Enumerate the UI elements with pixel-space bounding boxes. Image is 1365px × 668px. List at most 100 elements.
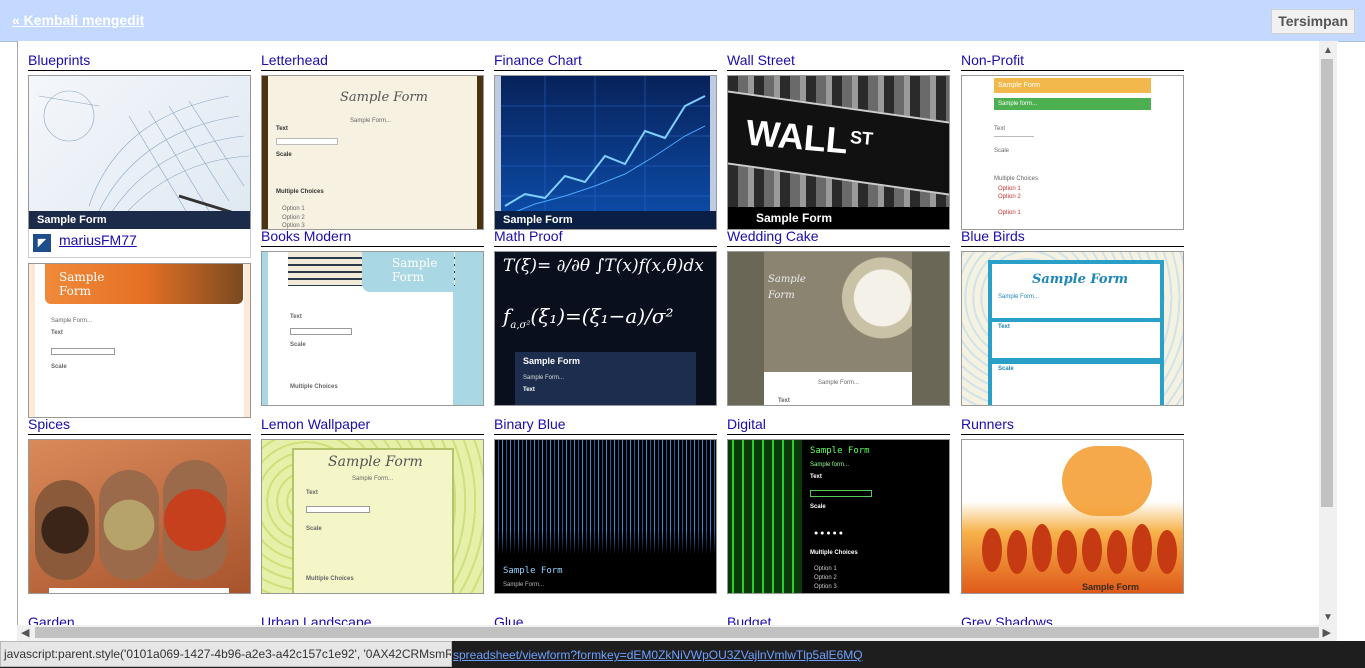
thumbnail-text: Text (51, 330, 63, 336)
thumbnail-text: Scale (306, 526, 322, 532)
theme-thumbnail[interactable]: T(ξ)= ∂/∂θ ∫T(x)f(x,θ)dx fa,σ²(ξ₁)=(ξ₁−a… (494, 251, 717, 406)
theme-title[interactable]: Runners (961, 415, 1184, 435)
theme-thumbnail[interactable]: Sample Form Sample form... Text Scale Mu… (961, 75, 1184, 230)
theme-title[interactable]: Blue Birds (961, 227, 1184, 247)
theme-thumbnail[interactable]: Sample Form Sample Form... Text (727, 251, 950, 406)
saved-button[interactable]: Tersimpan (1271, 9, 1355, 34)
theme-thumbnail[interactable]: Sample Form (494, 75, 717, 230)
theme-thumbnail[interactable]: Sample Form Sample Form... (494, 439, 717, 594)
theme-thumbnail[interactable]: Sample Form Sample Form... Text Scale Mu… (261, 75, 484, 230)
thumbnail-title: Sample Form (392, 256, 438, 284)
thumbnail-subtitle: Sample Form... (818, 380, 860, 386)
thumbnail-text: Option 1 (998, 210, 1021, 216)
thumbnail-subtitle: Sample form... (994, 98, 1151, 110)
theme-title[interactable]: Urban Landscape (261, 613, 484, 625)
theme-blueprints[interactable]: Blueprints Sample Form ◤ mariusFM77 (28, 51, 251, 258)
thumbnail-text: Text (290, 314, 302, 320)
theme-letterhead[interactable]: Letterhead Sample Form Sample Form... Te… (261, 51, 484, 230)
thumbnail-title: Sample Form (810, 446, 870, 456)
theme-title[interactable]: Budget (727, 613, 950, 625)
theme-title[interactable]: Letterhead (261, 51, 484, 71)
theme-digital[interactable]: Digital Sample Form Sample form... Text … (727, 415, 950, 594)
theme-title[interactable]: Finance Chart (494, 51, 717, 71)
scroll-up-icon[interactable]: ▲ (1323, 45, 1333, 56)
theme-thumbnail[interactable]: Sample Form Sample Form... Text Scale Mu… (261, 439, 484, 594)
theme-title[interactable]: Spices (28, 415, 251, 435)
author-link[interactable]: mariusFM77 (59, 232, 137, 248)
theme-title[interactable]: Digital (727, 415, 950, 435)
theme-budget[interactable]: Budget (727, 613, 950, 625)
theme-title[interactable]: Binary Blue (494, 415, 717, 435)
scrollbar-thumb[interactable] (1321, 59, 1333, 507)
theme-thumbnail[interactable]: Sample Form Sample form... Text Scale ● … (727, 439, 950, 594)
thumbnail-text: Multiple Choices (810, 550, 858, 556)
theme-runners[interactable]: Runners Sample Form (961, 415, 1184, 594)
theme-lemon-wallpaper[interactable]: Lemon Wallpaper Sample Form Sample Form.… (261, 415, 484, 594)
thumbnail-text: Scale (51, 364, 67, 370)
theme-non-profit[interactable]: Non-Profit Sample Form Sample form... Te… (961, 51, 1184, 230)
theme-thumbnail[interactable]: WALL ST Sample Form (727, 75, 950, 230)
theme-wall-street[interactable]: Wall Street WALL ST Sample Form (727, 51, 950, 230)
thumbnail-title: Sample Form (1032, 272, 1129, 287)
thumbnail-text: Option 2 (282, 215, 305, 221)
theme-title[interactable]: Books Modern (261, 227, 484, 247)
thumbnail-text: Multiple Choices (994, 176, 1039, 182)
thumbnail-text: Multiple Choices (306, 576, 354, 582)
thumbnail-text: Text (276, 126, 288, 132)
thumbnail-text: Option 1 (814, 566, 837, 572)
theme-thumbnail[interactable]: Sample Form Sample Form... Text Scale (961, 251, 1184, 406)
theme-garden[interactable]: Garden (28, 613, 251, 625)
thumbnail-text: Text (810, 474, 822, 480)
scroll-left-icon[interactable]: ◀ (21, 626, 29, 639)
status-link[interactable]: spreadsheet/viewform?formkey=dEM0ZkNiVWp… (453, 648, 863, 662)
theme-blue-birds[interactable]: Blue Birds Sample Form Sample Form... Te… (961, 227, 1184, 406)
theme-wedding-cake[interactable]: Wedding Cake Sample Form Sample Form... … (727, 227, 950, 406)
theme-title[interactable]: Garden (28, 613, 251, 625)
horizontal-scrollbar[interactable]: ◀ ▶ (17, 625, 1337, 641)
theme-title[interactable]: Non-Profit (961, 51, 1184, 71)
status-url: javascript:parent.style('0101a069-1427-4… (0, 641, 452, 667)
status-bar: javascript:parent.style('0101a069-1427-4… (0, 641, 1365, 668)
thumbnail-text: Multiple Choices (290, 384, 338, 390)
theme-books-modern[interactable]: Books Modern Sample Form Text Scale Mult… (261, 227, 484, 406)
top-toolbar: « Kembali mengedit Tersimpan (0, 0, 1365, 42)
thumbnail-text: Text (778, 398, 790, 404)
theme-thumbnail[interactable] (28, 439, 251, 594)
scrollbar-thumb[interactable] (35, 627, 1319, 638)
theme-thumbnail[interactable]: Sample Form (961, 439, 1184, 594)
scroll-down-icon[interactable]: ▼ (1323, 612, 1333, 623)
thumbnail-text: Scale (994, 148, 1010, 154)
theme-thumbnail[interactable]: Sample Form Sample Form... Text Scale (28, 263, 251, 418)
theme-title[interactable]: Math Proof (494, 227, 717, 247)
thumbnail-subtitle: Sample Form... (503, 582, 545, 588)
theme-thumbnail[interactable]: Sample Form Text Scale Multiple Choices (261, 251, 484, 406)
back-to-editing-link[interactable]: « Kembali mengedit (12, 12, 144, 28)
theme-title[interactable]: Blueprints (28, 51, 251, 71)
theme-grey-shadows[interactable]: Grey Shadows (961, 613, 1184, 625)
theme-title[interactable]: Wall Street (727, 51, 950, 71)
thumbnail-subtitle: Sample Form... (51, 318, 93, 324)
thumbnail-text: Option 2 (998, 194, 1021, 200)
thumbnail-label: Sample Form (29, 211, 250, 229)
theme-binary-blue[interactable]: Binary Blue Sample Form Sample Form... (494, 415, 717, 594)
thumbnail-text: Option 1 (998, 186, 1021, 192)
theme-thumbnail[interactable]: Sample Form (28, 75, 251, 230)
theme-spices[interactable]: Spices (28, 415, 251, 594)
theme-finance-chart[interactable]: Finance Chart Sample Form (494, 51, 717, 230)
thumbnail-title: Sample Form (503, 566, 563, 576)
vertical-scrollbar[interactable]: ▲ ▼ (1319, 41, 1337, 625)
thumbnail-title: Sample Form (340, 90, 428, 105)
theme-urban-landscape[interactable]: Urban Landscape (261, 613, 484, 625)
thumbnail-text: Scale (276, 152, 292, 158)
thumbnail-title: Sample Form (994, 78, 1151, 93)
theme-title[interactable]: Glue (494, 613, 717, 625)
theme-author: ◤ mariusFM77 (28, 229, 251, 258)
theme-title[interactable]: Lemon Wallpaper (261, 415, 484, 435)
thumbnail-subtitle: Sample Form... (998, 294, 1040, 300)
theme-title[interactable]: Grey Shadows (961, 613, 1184, 625)
theme-math-proof[interactable]: Math Proof T(ξ)= ∂/∂θ ∫T(x)f(x,θ)dx fa,σ… (494, 227, 717, 406)
scroll-right-icon[interactable]: ▶ (1323, 626, 1331, 639)
thumbnail-text: Scale (290, 342, 306, 348)
theme-glue[interactable]: Glue (494, 613, 717, 625)
theme-title[interactable]: Wedding Cake (727, 227, 950, 247)
